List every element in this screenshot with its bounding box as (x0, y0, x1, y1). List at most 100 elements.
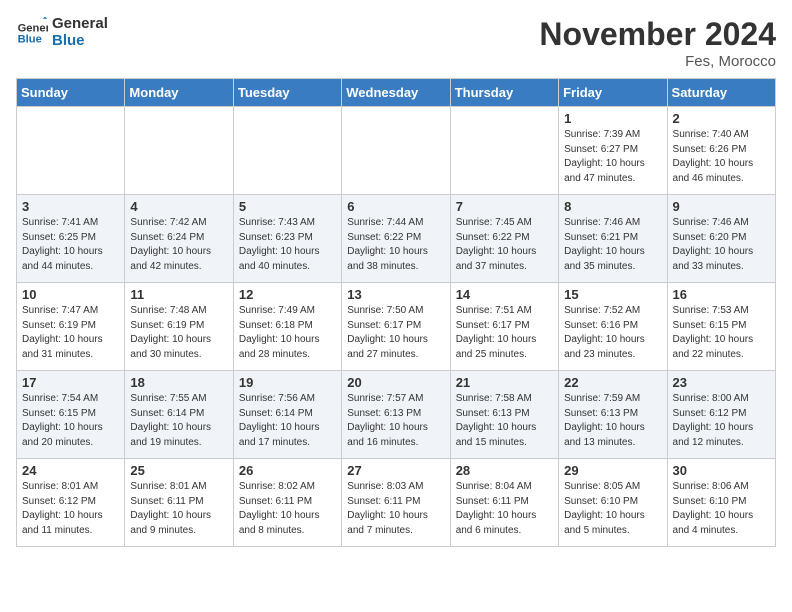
calendar-table: SundayMondayTuesdayWednesdayThursdayFrid… (16, 78, 776, 547)
day-info: Sunrise: 7:57 AM Sunset: 6:13 PM Dayligh… (347, 392, 444, 450)
calendar-cell: 27 Sunrise: 8:03 AM Sunset: 6:11 PM Dayli… (342, 459, 450, 547)
calendar-cell (125, 107, 233, 195)
day-info: Sunrise: 7:59 AM Sunset: 6:13 PM Dayligh… (564, 392, 661, 450)
day-number: 1 (564, 111, 661, 126)
day-number: 12 (239, 287, 336, 302)
day-info: Sunrise: 7:51 AM Sunset: 6:17 PM Dayligh… (456, 304, 553, 362)
day-number: 28 (456, 463, 553, 478)
day-number: 18 (130, 375, 227, 390)
calendar-week-2: 3 Sunrise: 7:41 AM Sunset: 6:25 PM Daylig… (17, 195, 776, 283)
day-number: 13 (347, 287, 444, 302)
calendar-cell: 30 Sunrise: 8:06 AM Sunset: 6:10 PM Dayli… (667, 459, 775, 547)
day-info: Sunrise: 7:54 AM Sunset: 6:15 PM Dayligh… (22, 392, 119, 450)
day-info: Sunrise: 8:01 AM Sunset: 6:12 PM Dayligh… (22, 480, 119, 538)
calendar-cell: 2 Sunrise: 7:40 AM Sunset: 6:26 PM Daylig… (667, 107, 775, 195)
day-number: 26 (239, 463, 336, 478)
calendar-cell: 6Sunrise: 7:44 AM Sunset: 6:22 PM Daylig… (342, 195, 450, 283)
calendar-cell: 4 Sunrise: 7:42 AM Sunset: 6:24 PM Daylig… (125, 195, 233, 283)
day-number: 30 (673, 463, 770, 478)
logo-general: General (52, 16, 108, 33)
title-block: November 2024 Fes, Morocco (539, 16, 776, 70)
calendar-cell: 23 Sunrise: 8:00 AM Sunset: 6:12 PM Dayli… (667, 371, 775, 459)
calendar-cell: 13 Sunrise: 7:50 AM Sunset: 6:17 PM Dayli… (342, 283, 450, 371)
calendar-cell: 16 Sunrise: 7:53 AM Sunset: 6:15 PM Dayli… (667, 283, 775, 371)
day-number: 9 (673, 199, 770, 214)
day-info: Sunrise: 7:46 AM Sunset: 6:20 PM Dayligh… (673, 216, 770, 274)
day-info: Sunrise: 8:00 AM Sunset: 6:12 PM Dayligh… (673, 392, 770, 450)
day-header-sunday: Sunday (17, 79, 125, 107)
calendar-cell: 28 Sunrise: 8:04 AM Sunset: 6:11 PM Dayli… (450, 459, 558, 547)
month-title: November 2024 (539, 16, 776, 53)
calendar-cell (233, 107, 341, 195)
calendar-cell: 19Sunrise: 7:56 AM Sunset: 6:14 PM Dayli… (233, 371, 341, 459)
day-info: Sunrise: 8:04 AM Sunset: 6:11 PM Dayligh… (456, 480, 553, 538)
day-info: Sunrise: 7:42 AM Sunset: 6:24 PM Dayligh… (130, 216, 227, 274)
day-number: 25 (130, 463, 227, 478)
day-info: Sunrise: 7:41 AM Sunset: 6:25 PM Dayligh… (22, 216, 119, 274)
day-info: Sunrise: 8:05 AM Sunset: 6:10 PM Dayligh… (564, 480, 661, 538)
day-header-tuesday: Tuesday (233, 79, 341, 107)
calendar-week-4: 17 Sunrise: 7:54 AM Sunset: 6:15 PM Dayli… (17, 371, 776, 459)
day-number: 8 (564, 199, 661, 214)
day-number: 24 (22, 463, 119, 478)
day-info: Sunrise: 7:55 AM Sunset: 6:14 PM Dayligh… (130, 392, 227, 450)
day-info: Sunrise: 8:01 AM Sunset: 6:11 PM Dayligh… (130, 480, 227, 538)
day-info: Sunrise: 8:02 AM Sunset: 6:11 PM Dayligh… (239, 480, 336, 538)
calendar-week-1: 1 Sunrise: 7:39 AM Sunset: 6:27 PM Daylig… (17, 107, 776, 195)
svg-text:Blue: Blue (18, 33, 42, 45)
logo: General Blue General Blue (16, 16, 108, 49)
day-number: 2 (673, 111, 770, 126)
calendar-cell: 10Sunrise: 7:47 AM Sunset: 6:19 PM Dayli… (17, 283, 125, 371)
day-number: 11 (130, 287, 227, 302)
day-number: 21 (456, 375, 553, 390)
calendar-header: SundayMondayTuesdayWednesdayThursdayFrid… (17, 79, 776, 107)
day-info: Sunrise: 7:48 AM Sunset: 6:19 PM Dayligh… (130, 304, 227, 362)
day-number: 27 (347, 463, 444, 478)
day-header-saturday: Saturday (667, 79, 775, 107)
calendar-cell: 5 Sunrise: 7:43 AM Sunset: 6:23 PM Daylig… (233, 195, 341, 283)
day-number: 4 (130, 199, 227, 214)
day-number: 17 (22, 375, 119, 390)
day-number: 14 (456, 287, 553, 302)
day-info: Sunrise: 7:58 AM Sunset: 6:13 PM Dayligh… (456, 392, 553, 450)
calendar-cell: 15Sunrise: 7:52 AM Sunset: 6:16 PM Dayli… (559, 283, 667, 371)
day-number: 5 (239, 199, 336, 214)
calendar-body: 1 Sunrise: 7:39 AM Sunset: 6:27 PM Daylig… (17, 107, 776, 547)
day-info: Sunrise: 7:39 AM Sunset: 6:27 PM Dayligh… (564, 128, 661, 186)
day-header-thursday: Thursday (450, 79, 558, 107)
calendar-cell: 22 Sunrise: 7:59 AM Sunset: 6:13 PM Dayli… (559, 371, 667, 459)
day-info: Sunrise: 7:47 AM Sunset: 6:19 PM Dayligh… (22, 304, 119, 362)
calendar-cell: 14 Sunrise: 7:51 AM Sunset: 6:17 PM Dayli… (450, 283, 558, 371)
day-info: Sunrise: 8:06 AM Sunset: 6:10 PM Dayligh… (673, 480, 770, 538)
calendar-cell: 17 Sunrise: 7:54 AM Sunset: 6:15 PM Dayli… (17, 371, 125, 459)
calendar-cell: 18 Sunrise: 7:55 AM Sunset: 6:14 PM Dayli… (125, 371, 233, 459)
day-number: 22 (564, 375, 661, 390)
page-header: General Blue General Blue November 2024 … (16, 16, 776, 70)
calendar-cell: 12Sunrise: 7:49 AM Sunset: 6:18 PM Dayli… (233, 283, 341, 371)
calendar-cell: 21 Sunrise: 7:58 AM Sunset: 6:13 PM Dayli… (450, 371, 558, 459)
day-number: 16 (673, 287, 770, 302)
day-info: Sunrise: 7:53 AM Sunset: 6:15 PM Dayligh… (673, 304, 770, 362)
calendar-week-5: 24 Sunrise: 8:01 AM Sunset: 6:12 PM Dayli… (17, 459, 776, 547)
calendar-cell: 7Sunrise: 7:45 AM Sunset: 6:22 PM Daylig… (450, 195, 558, 283)
day-info: Sunrise: 7:40 AM Sunset: 6:26 PM Dayligh… (673, 128, 770, 186)
day-header-friday: Friday (559, 79, 667, 107)
calendar-cell: 11 Sunrise: 7:48 AM Sunset: 6:19 PM Dayli… (125, 283, 233, 371)
logo-icon: General Blue (16, 17, 48, 49)
calendar-cell: 24 Sunrise: 8:01 AM Sunset: 6:12 PM Dayli… (17, 459, 125, 547)
calendar-cell: 29Sunrise: 8:05 AM Sunset: 6:10 PM Dayli… (559, 459, 667, 547)
day-number: 3 (22, 199, 119, 214)
day-info: Sunrise: 7:52 AM Sunset: 6:16 PM Dayligh… (564, 304, 661, 362)
calendar-cell: 26 Sunrise: 8:02 AM Sunset: 6:11 PM Dayli… (233, 459, 341, 547)
day-number: 19 (239, 375, 336, 390)
day-info: Sunrise: 8:03 AM Sunset: 6:11 PM Dayligh… (347, 480, 444, 538)
location: Fes, Morocco (539, 53, 776, 70)
day-number: 7 (456, 199, 553, 214)
calendar-cell: 9 Sunrise: 7:46 AM Sunset: 6:20 PM Daylig… (667, 195, 775, 283)
calendar-cell: 3 Sunrise: 7:41 AM Sunset: 6:25 PM Daylig… (17, 195, 125, 283)
day-number: 23 (673, 375, 770, 390)
calendar-cell: 8Sunrise: 7:46 AM Sunset: 6:21 PM Daylig… (559, 195, 667, 283)
calendar-cell: 25 Sunrise: 8:01 AM Sunset: 6:11 PM Dayli… (125, 459, 233, 547)
day-info: Sunrise: 7:50 AM Sunset: 6:17 PM Dayligh… (347, 304, 444, 362)
day-info: Sunrise: 7:43 AM Sunset: 6:23 PM Dayligh… (239, 216, 336, 274)
